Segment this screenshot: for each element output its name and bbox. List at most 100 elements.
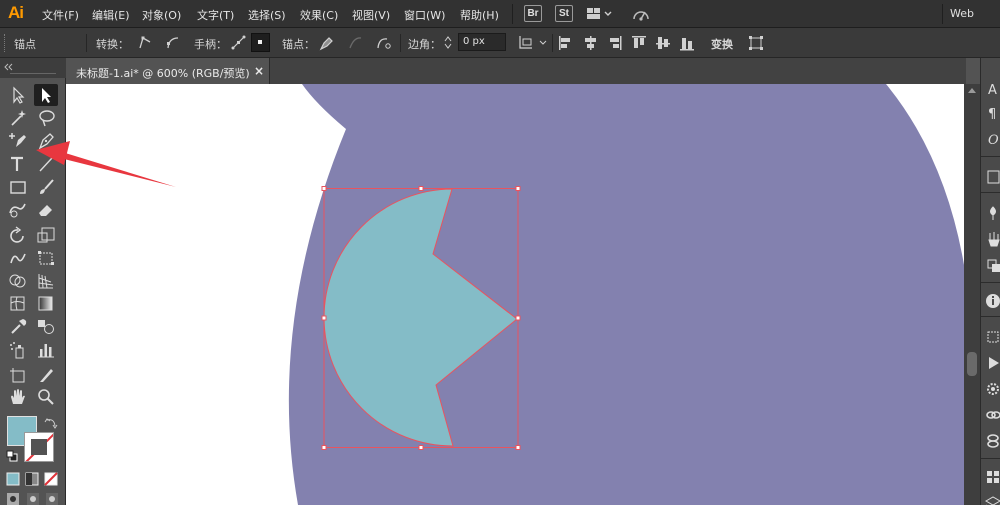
swap-icon bbox=[44, 418, 58, 429]
grip-handle[interactable] bbox=[4, 34, 7, 52]
pathfinder-panel-button[interactable] bbox=[984, 432, 1000, 450]
swatches-panel-button[interactable] bbox=[984, 468, 1000, 486]
default-colors-button[interactable] bbox=[6, 450, 18, 462]
graphic-styles-panel-button[interactable] bbox=[984, 256, 1000, 274]
symbols-panel-button[interactable] bbox=[984, 204, 1000, 222]
transform-panel-button[interactable] bbox=[984, 168, 1000, 186]
arrange-documents-button[interactable] bbox=[587, 7, 613, 21]
menu-view[interactable]: 视图(V) bbox=[352, 7, 390, 23]
menu-type[interactable]: 文字(T) bbox=[197, 7, 234, 23]
rectangle-tool[interactable] bbox=[6, 176, 30, 198]
artboard-canvas[interactable] bbox=[66, 84, 964, 505]
document-tab[interactable]: 未标题-1.ai* @ 600% (RGB/预览) × bbox=[66, 58, 270, 84]
menu-edit[interactable]: 编辑(E) bbox=[92, 7, 130, 23]
hand-tool[interactable] bbox=[6, 386, 30, 408]
cut-path-icon bbox=[349, 37, 362, 49]
zoom-tool[interactable] bbox=[34, 386, 58, 408]
stock-button[interactable]: St bbox=[555, 5, 573, 22]
artboards-panel-button[interactable] bbox=[984, 328, 1000, 346]
direct-selection-tool[interactable] bbox=[34, 84, 58, 106]
info-icon bbox=[986, 294, 1000, 308]
symbol-sprayer-tool[interactable] bbox=[6, 339, 30, 361]
add-anchor-point-tool[interactable] bbox=[6, 130, 30, 152]
corner-stepper[interactable] bbox=[443, 34, 453, 51]
collapse-icon bbox=[4, 63, 56, 74]
character-panel-button[interactable]: A bbox=[984, 80, 1000, 98]
perspective-grid-tool[interactable] bbox=[34, 270, 58, 292]
rotate-tool[interactable] bbox=[6, 224, 30, 246]
remove-anchor-button[interactable] bbox=[318, 34, 335, 51]
vertical-scrollbar[interactable] bbox=[964, 84, 980, 505]
hide-handles-icon bbox=[258, 40, 262, 44]
blend-tool[interactable] bbox=[34, 315, 58, 337]
arrange-documents-icon bbox=[587, 8, 612, 19]
slice-tool[interactable] bbox=[34, 364, 58, 386]
workspace-switcher[interactable]: Web bbox=[950, 7, 974, 20]
mesh-tool[interactable] bbox=[6, 292, 30, 314]
symbol-sprayer-icon bbox=[10, 342, 24, 359]
magic-wand-tool[interactable] bbox=[6, 107, 30, 129]
brushes-panel-button[interactable] bbox=[984, 230, 1000, 248]
rectangle-tool-icon bbox=[10, 181, 26, 194]
menu-select[interactable]: 选择(S) bbox=[248, 7, 286, 23]
paragraph-panel-button[interactable]: ¶ bbox=[984, 104, 1000, 122]
info-panel-button[interactable] bbox=[984, 292, 1000, 310]
selection-tool[interactable] bbox=[6, 84, 30, 106]
actions-panel-button[interactable] bbox=[984, 354, 1000, 372]
paintbrush-tool[interactable] bbox=[34, 176, 58, 198]
menu-file[interactable]: 文件(F) bbox=[42, 7, 79, 23]
app-logo: Ai bbox=[8, 3, 24, 22]
scroll-up-icon[interactable] bbox=[968, 88, 976, 93]
menu-effect[interactable]: 效果(C) bbox=[300, 7, 338, 23]
hide-handles-button[interactable] bbox=[251, 33, 270, 52]
shaper-tool[interactable] bbox=[6, 199, 30, 221]
warp-tool[interactable] bbox=[6, 247, 30, 269]
type-tool[interactable] bbox=[6, 153, 30, 175]
appearance-panel-button[interactable] bbox=[984, 380, 1000, 398]
line-segment-tool[interactable] bbox=[34, 153, 58, 175]
close-tab-button[interactable]: × bbox=[254, 64, 264, 78]
gradient-tool[interactable] bbox=[34, 292, 58, 314]
cut-path-button bbox=[347, 34, 364, 51]
connect-anchors-button[interactable] bbox=[375, 34, 392, 51]
corner-radius-input[interactable]: 0 px bbox=[458, 33, 506, 51]
convert-to-smooth-button[interactable] bbox=[164, 34, 181, 51]
swap-colors-button[interactable] bbox=[44, 416, 58, 430]
shape-builder-icon bbox=[9, 274, 26, 288]
handle-bottom-right bbox=[515, 445, 521, 450]
color-mode-buttons bbox=[6, 472, 60, 486]
lasso-tool[interactable] bbox=[34, 107, 58, 129]
bridge-button[interactable]: Br bbox=[524, 5, 542, 22]
scale-tool[interactable] bbox=[34, 224, 58, 246]
scrollbar-thumb[interactable] bbox=[967, 352, 977, 376]
handle-top-middle bbox=[418, 186, 424, 191]
column-graph-tool[interactable] bbox=[34, 339, 58, 361]
default-colors-icon bbox=[6, 450, 18, 462]
draw-inside-icon bbox=[46, 493, 58, 505]
free-transform-tool[interactable] bbox=[34, 247, 58, 269]
gpu-performance-button[interactable] bbox=[631, 5, 651, 23]
artboard-tool[interactable] bbox=[6, 364, 30, 386]
eraser-tool[interactable] bbox=[34, 199, 58, 221]
menu-window[interactable]: 窗口(W) bbox=[404, 7, 445, 23]
links-panel-button[interactable] bbox=[984, 406, 1000, 424]
stroke-color-swatch[interactable] bbox=[24, 432, 54, 462]
menu-help[interactable]: 帮助(H) bbox=[460, 7, 499, 23]
eyedropper-tool[interactable] bbox=[6, 315, 30, 337]
align-right-icon bbox=[610, 36, 622, 50]
show-handles-icon bbox=[231, 35, 246, 50]
pen-tool[interactable] bbox=[34, 130, 58, 152]
corner-label: 边角： bbox=[408, 38, 441, 51]
convert-to-corner-button[interactable] bbox=[136, 34, 153, 51]
show-handles-button[interactable] bbox=[230, 34, 247, 51]
transform-button[interactable]: 变换 bbox=[711, 36, 733, 52]
menu-separator bbox=[512, 4, 513, 24]
isolate-button[interactable] bbox=[747, 34, 765, 52]
menu-object[interactable]: 对象(O) bbox=[142, 7, 181, 23]
column-graph-icon bbox=[38, 344, 54, 358]
opentype-panel-button[interactable]: O bbox=[984, 130, 1000, 148]
shape-builder-tool[interactable] bbox=[6, 270, 30, 292]
convert-smooth-icon bbox=[167, 37, 179, 49]
corner-widget-button[interactable] bbox=[516, 34, 550, 51]
layers-panel-button[interactable] bbox=[984, 494, 1000, 505]
